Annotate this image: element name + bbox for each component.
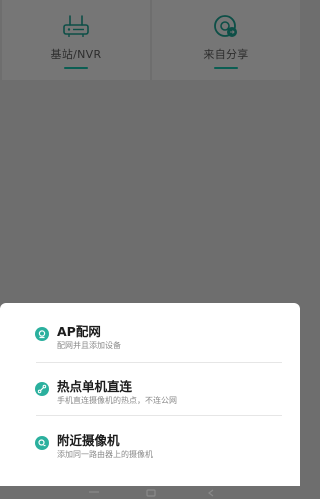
ap-camera-icon bbox=[35, 327, 49, 341]
back-icon[interactable] bbox=[206, 489, 216, 497]
tile-underline bbox=[64, 67, 88, 69]
home-icon[interactable] bbox=[146, 489, 156, 497]
option-title: 附近摄像机 bbox=[57, 433, 120, 448]
system-navigation-bar bbox=[0, 486, 300, 499]
hotspot-link-icon bbox=[35, 382, 49, 396]
option-hotspot-direct[interactable]: 热点单机直连 手机直连摄像机的热点，不连公网 bbox=[0, 358, 300, 410]
option-ap-network[interactable]: AP配网 配网并且添加设备 bbox=[0, 303, 300, 355]
nearby-camera-icon bbox=[35, 436, 49, 450]
tile-base-station-nvr[interactable]: 基站/NVR bbox=[2, 0, 150, 80]
tile-label: 基站/NVR bbox=[50, 48, 102, 61]
option-subtitle: 手机直连摄像机的热点，不连公网 bbox=[57, 396, 177, 405]
menu-icon[interactable] bbox=[88, 489, 100, 495]
option-title: 热点单机直连 bbox=[57, 379, 133, 394]
tile-underline bbox=[214, 67, 238, 69]
tile-from-share[interactable]: 来自分享 bbox=[152, 0, 300, 80]
router-icon bbox=[61, 12, 91, 42]
shared-camera-icon bbox=[211, 12, 241, 42]
option-subtitle: 配网并且添加设备 bbox=[57, 341, 121, 350]
option-subtitle: 添加同一路由器上的摄像机 bbox=[57, 450, 153, 459]
option-nearby-camera[interactable]: 附近摄像机 添加同一路由器上的摄像机 bbox=[0, 412, 300, 464]
tile-label: 来自分享 bbox=[203, 48, 249, 61]
option-title: AP配网 bbox=[57, 324, 101, 339]
add-device-bottom-sheet: AP配网 配网并且添加设备 热点单机直连 手机直连摄像机的热点，不连公网 附近摄… bbox=[0, 303, 300, 486]
